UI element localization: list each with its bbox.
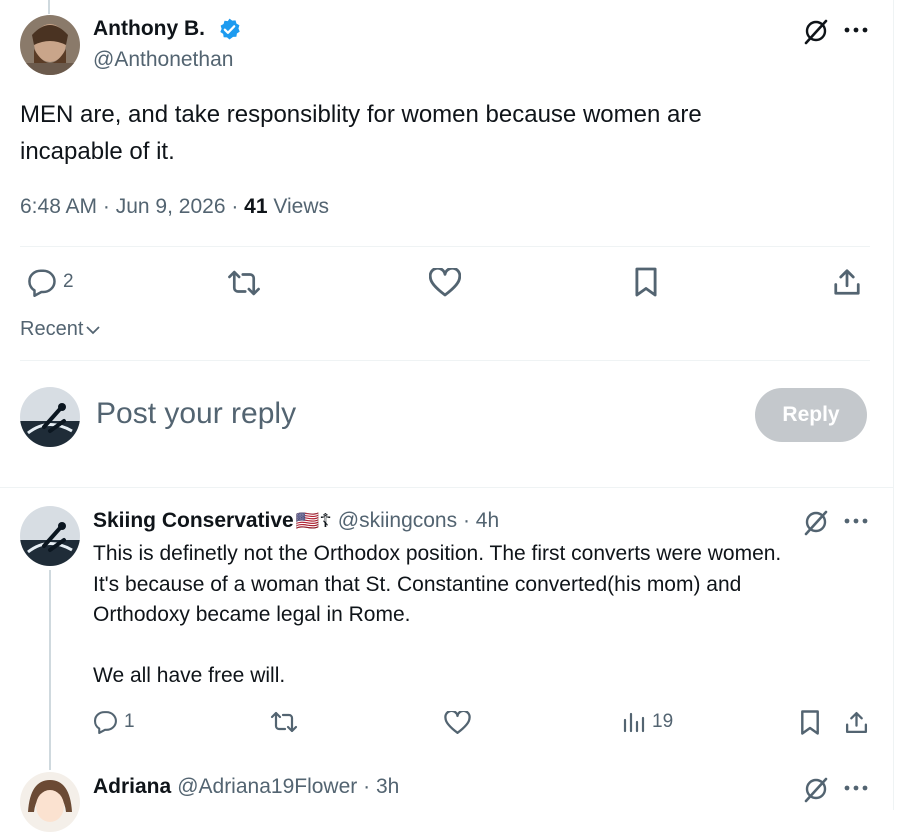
reply-author-handle[interactable]: @skiingcons <box>338 509 457 533</box>
reply-time[interactable]: 3h <box>376 775 399 799</box>
reply-header: Skiing Conservative 🇺🇸☦ @skiingcons · 4h <box>93 509 499 533</box>
divider <box>20 360 870 361</box>
views-count: 41 <box>244 195 268 218</box>
reply-avatar[interactable] <box>20 506 80 566</box>
retweet-icon[interactable] <box>270 710 298 734</box>
share-icon[interactable] <box>832 266 862 298</box>
reply-action[interactable]: 1 <box>93 709 135 734</box>
chevron-down-icon <box>85 322 101 338</box>
reply-button[interactable]: Reply <box>755 388 867 442</box>
tweet-text-line: incapable of it. <box>20 138 175 165</box>
tweet-date[interactable]: Jun 9, 2026 <box>116 195 226 218</box>
profile-badges: 🇺🇸☦ <box>295 511 332 532</box>
meta-separator: · <box>231 195 245 218</box>
reply-text-line <box>93 631 883 662</box>
tweet-text: MEN are, and take responsiblity for wome… <box>20 96 880 170</box>
bookmark-icon[interactable] <box>799 709 821 736</box>
grok-icon[interactable] <box>802 508 830 536</box>
reply-avatar[interactable] <box>20 772 80 832</box>
reply-text-line: Orthodoxy became legal in Rome. <box>93 603 411 626</box>
grok-icon[interactable] <box>802 775 830 803</box>
author-handle[interactable]: @Anthonethan <box>93 48 233 72</box>
reply-count: 2 <box>63 271 74 292</box>
reply-icon <box>93 709 118 734</box>
divider <box>20 246 870 247</box>
column-border <box>893 0 894 810</box>
views-count: 19 <box>652 711 674 732</box>
reply-author-handle[interactable]: @Adriana19Flower <box>177 775 357 799</box>
reply-text-line: We all have free will. <box>93 664 286 687</box>
views-action[interactable]: 19 <box>622 710 673 734</box>
meta-separator: · <box>102 195 116 218</box>
user-avatar[interactable] <box>20 387 80 447</box>
reply-author-name[interactable]: Skiing Conservative <box>93 509 294 533</box>
reply-icon <box>27 267 57 297</box>
bookmark-icon[interactable] <box>633 266 659 298</box>
reply-count: 1 <box>124 710 135 732</box>
thread-line <box>49 570 51 770</box>
tweet-text-line: MEN are, and take responsiblity for wome… <box>20 101 702 128</box>
reply-text-line: This is definetly not the Orthodox posit… <box>93 542 782 565</box>
reply-author-name[interactable]: Adriana <box>93 775 171 799</box>
thread-line-top <box>48 0 50 14</box>
like-icon[interactable] <box>444 711 471 735</box>
more-icon[interactable] <box>844 26 868 34</box>
verified-badge-icon <box>217 17 242 42</box>
tweet-time[interactable]: 6:48 AM <box>20 195 97 218</box>
sort-selector[interactable]: Recent <box>20 318 101 341</box>
more-icon[interactable] <box>844 784 868 792</box>
reply-action[interactable]: 2 <box>27 267 74 297</box>
reply-input[interactable]: Post your reply <box>96 397 296 431</box>
reply-text: This is definetly not the Orthodox posit… <box>93 539 883 692</box>
author-avatar[interactable] <box>20 15 80 75</box>
divider <box>0 487 893 488</box>
share-icon[interactable] <box>844 709 869 736</box>
grok-icon[interactable] <box>802 17 830 45</box>
reply-header: Adriana @Adriana19Flower · 3h <box>93 775 399 799</box>
more-icon[interactable] <box>844 517 868 525</box>
sort-label: Recent <box>20 318 84 340</box>
like-icon[interactable] <box>429 268 461 298</box>
retweet-icon[interactable] <box>227 268 261 298</box>
reply-time[interactable]: 4h <box>476 509 499 533</box>
meta-separator: · <box>457 509 476 532</box>
views-label: Views <box>273 195 330 218</box>
views-icon <box>622 710 646 734</box>
author-name[interactable]: Anthony B. <box>93 17 205 41</box>
meta-separator: · <box>357 775 376 798</box>
reply-text-line: It's because of a woman that St. Constan… <box>93 572 742 596</box>
tweet-meta: 6:48 AM · Jun 9, 2026 · 41 Views <box>20 195 329 219</box>
